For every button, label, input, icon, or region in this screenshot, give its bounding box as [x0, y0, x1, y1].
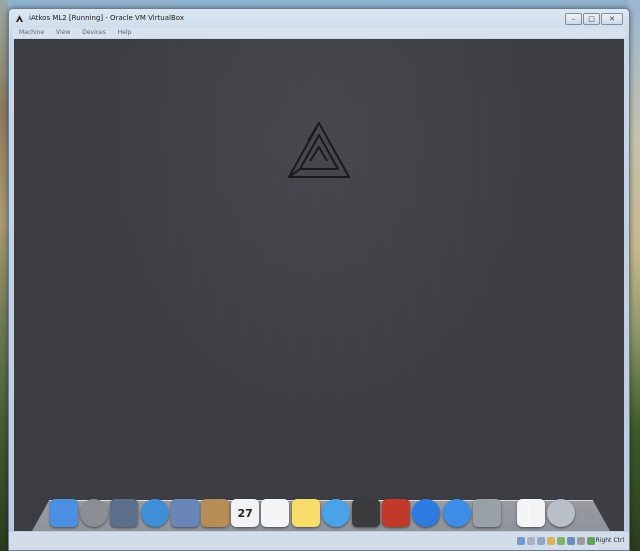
rocket-icon[interactable] [80, 499, 109, 527]
menu-devices[interactable]: Devices [82, 28, 106, 38]
stamp-icon[interactable] [170, 499, 199, 527]
close-icon[interactable]: ✕ [601, 13, 623, 25]
camera-icon[interactable] [352, 499, 380, 527]
trash-icon[interactable] [547, 499, 576, 527]
app-store-icon[interactable] [442, 499, 471, 527]
photo-booth-icon[interactable] [382, 499, 411, 527]
speech-bubble-icon[interactable] [321, 499, 350, 527]
menu-help[interactable]: Help [118, 28, 132, 38]
network-icon[interactable] [557, 537, 565, 545]
dock-separator [528, 501, 529, 527]
title-bar[interactable]: iAtkos ML2 [Running] - Oracle VM Virtual… [9, 9, 629, 28]
keyboard-capture-icon[interactable] [587, 537, 595, 545]
window-controls: – □ ✕ [565, 13, 623, 25]
notes-icon[interactable] [291, 499, 320, 527]
desktop-wallpaper-left [0, 0, 8, 551]
status-bar: Right Ctrl [9, 532, 629, 550]
menu-bar: Machine View Devices Help [13, 28, 625, 38]
shared-folder-icon[interactable] [547, 537, 555, 545]
optical-drive-icon[interactable] [527, 537, 535, 545]
hard-disk-icon[interactable] [517, 537, 525, 545]
checklist-icon[interactable] [261, 499, 290, 527]
calendar-icon[interactable]: 27 [231, 499, 260, 527]
guest-screen[interactable]: 27 [14, 39, 624, 531]
address-book-icon[interactable] [201, 499, 229, 527]
gear-icon[interactable] [472, 499, 501, 527]
impossible-triangle-logo-icon [288, 122, 350, 178]
calendar-date-label: 27 [237, 506, 253, 520]
host-key-label: Right Ctrl [595, 537, 624, 544]
virtualbox-window: iAtkos ML2 [Running] - Oracle VM Virtual… [8, 8, 630, 551]
menu-machine[interactable]: Machine [19, 28, 44, 38]
display-icon[interactable] [567, 537, 575, 545]
mission-control-icon[interactable] [110, 499, 139, 527]
video-capture-icon[interactable] [577, 537, 585, 545]
document-icon[interactable] [517, 499, 545, 527]
compass-icon[interactable] [140, 499, 169, 527]
usb-icon[interactable] [537, 537, 545, 545]
status-indicators [517, 537, 595, 545]
window-title: iAtkos ML2 [Running] - Oracle VM Virtual… [29, 14, 184, 22]
minimize-icon[interactable]: – [565, 13, 582, 25]
finder-icon[interactable] [50, 499, 78, 527]
maximize-icon[interactable]: □ [583, 13, 600, 25]
menu-view[interactable]: View [56, 28, 70, 38]
virtualbox-app-icon[interactable] [15, 14, 24, 23]
